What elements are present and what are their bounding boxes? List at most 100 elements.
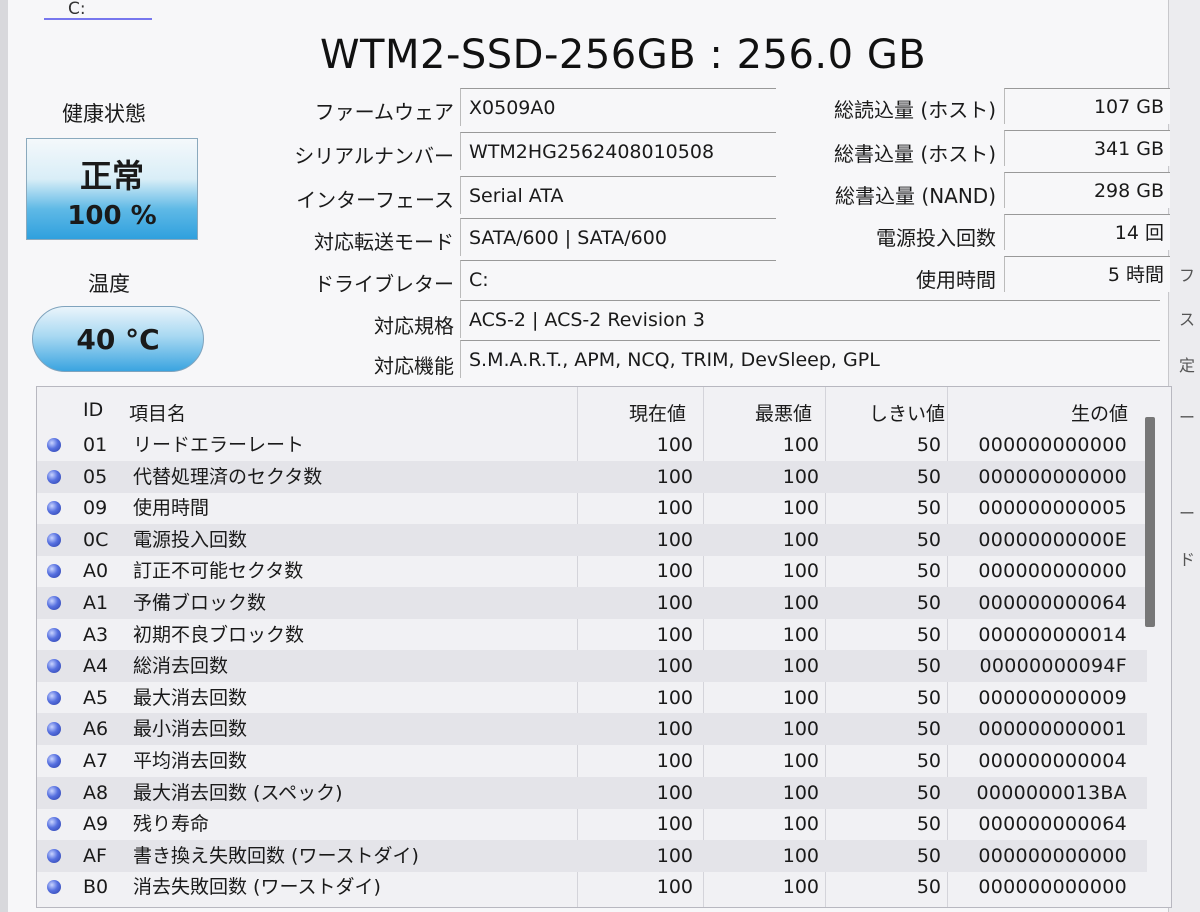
- health-status-text: 正常: [79, 157, 144, 195]
- current-value: 100: [656, 497, 693, 520]
- table-row[interactable]: A9 残り寿命 100 100 50 000000000064: [37, 808, 1147, 840]
- status-dot-icon: [47, 817, 61, 832]
- interface-label: インターフェース: [296, 188, 454, 212]
- health-status-button[interactable]: 正常 100 %: [26, 138, 198, 240]
- status-dot-icon: [47, 596, 61, 610]
- status-dot-icon: [47, 880, 61, 895]
- column-header-name[interactable]: 項目名: [129, 399, 186, 426]
- threshold-value: 50: [916, 876, 941, 899]
- attribute-id: A0: [83, 560, 109, 583]
- raw-value: 000000000064: [978, 813, 1127, 836]
- worst-value: 100: [782, 781, 819, 804]
- raw-value: 000000000000: [978, 465, 1127, 488]
- table-row[interactable]: A8 最大消去回数 (スペック) 100 100 50 0000000013BA: [37, 776, 1147, 809]
- attribute-id: A1: [83, 592, 109, 614]
- table-row[interactable]: A5 最大消去回数 100 100 50 000000000009: [37, 682, 1147, 714]
- features-value: S.M.A.R.T., APM, NCQ, TRIM, DevSleep, GP…: [460, 340, 1160, 378]
- drive-tab-c[interactable]: C:: [44, 0, 152, 20]
- power-on-hours-value: 5 時間: [1004, 256, 1170, 292]
- table-row[interactable]: 01 リードエラーレート 100 100 50 000000000000: [37, 429, 1147, 461]
- status-dot-icon: [47, 532, 61, 547]
- table-row[interactable]: AF 書き換え失敗回数 (ワーストダイ) 100 100 50 000000000000: [37, 839, 1147, 872]
- table-row[interactable]: A3 初期不良ブロック数 100 100 50 000000000014: [37, 619, 1147, 651]
- disk-title: WTM2-SSD-256GB : 256.0 GB: [320, 32, 927, 78]
- side-fragment: 定: [1179, 356, 1196, 375]
- table-row[interactable]: B0 消去失敗回数 (ワーストダイ) 100 100 50 000000000000: [37, 871, 1147, 903]
- column-header-id[interactable]: ID: [83, 399, 103, 421]
- current-value: 100: [656, 813, 693, 836]
- status-dot-icon: [47, 469, 61, 484]
- column-header-raw[interactable]: 生の値: [1071, 399, 1128, 426]
- status-dot-icon: [47, 722, 61, 737]
- raw-value: 000000000009: [978, 686, 1127, 709]
- attribute-name: 総消去回数: [133, 655, 229, 678]
- table-row[interactable]: 0C 電源投入回数 100 100 50 00000000000E: [37, 523, 1147, 556]
- table-row[interactable]: A7 平均消去回数 100 100 50 000000000004: [37, 745, 1147, 777]
- attribute-id: AF: [83, 844, 107, 867]
- column-header-threshold[interactable]: しきい値: [869, 399, 945, 426]
- table-scrollbar[interactable]: [1145, 417, 1155, 627]
- raw-value: 000000000000: [978, 560, 1127, 583]
- attribute-name: 平均消去回数: [133, 750, 248, 772]
- threshold-value: 50: [916, 560, 941, 583]
- status-dot-icon: [47, 627, 61, 642]
- threshold-value: 50: [916, 497, 941, 520]
- column-header-worst[interactable]: 最悪値: [755, 399, 812, 426]
- attribute-id: A5: [83, 686, 109, 709]
- worst-value: 100: [782, 497, 819, 520]
- status-dot-icon: [47, 690, 61, 705]
- attribute-id: A6: [83, 718, 109, 741]
- status-dot-icon: [47, 564, 61, 579]
- transfer-mode-value: SATA/600 | SATA/600: [460, 218, 776, 256]
- worst-value: 100: [782, 813, 819, 836]
- status-dot-icon: [47, 438, 61, 452]
- table-row[interactable]: A4 総消去回数 100 100 50 00000000094F: [37, 650, 1147, 683]
- column-header-current[interactable]: 現在値: [629, 399, 686, 426]
- attribute-name: リードエラーレート: [133, 434, 305, 456]
- adjacent-window-strip: フ ス 定 ー ー ド: [1168, 0, 1200, 912]
- firmware-label: ファームウェア: [314, 100, 454, 124]
- raw-value: 000000000004: [978, 750, 1127, 772]
- smart-attribute-table[interactable]: ID 項目名 現在値 最悪値 しきい値 生の値 01 リードエラーレート 100 10…: [36, 386, 1172, 908]
- threshold-value: 50: [916, 528, 941, 551]
- attribute-id: A8: [83, 781, 109, 804]
- attribute-name: 消去失敗回数 (ワーストダイ): [133, 876, 381, 899]
- attribute-name: 電源投入回数: [133, 528, 248, 551]
- attribute-name: 訂正不可能セクタ数: [133, 560, 304, 583]
- table-row[interactable]: A0 訂正不可能セクタ数 100 100 50 000000000000: [37, 555, 1147, 587]
- attribute-id: 09: [83, 497, 108, 520]
- worst-value: 100: [782, 876, 819, 899]
- attribute-name: 初期不良ブロック数: [133, 623, 305, 646]
- worst-value: 100: [782, 434, 819, 456]
- side-fragment: ド: [1179, 550, 1196, 569]
- interface-value: Serial ATA: [460, 176, 776, 214]
- attribute-name: 書き換え失敗回数 (ワーストダイ): [133, 844, 419, 867]
- table-row[interactable]: A6 最小消去回数 100 100 50 000000000001: [37, 713, 1147, 746]
- threshold-value: 50: [916, 592, 941, 614]
- threshold-value: 50: [916, 465, 941, 488]
- drive-letter-value: C:: [460, 260, 776, 298]
- attribute-name: 代替処理済のセクタ数: [133, 465, 323, 488]
- firmware-value: X0509A0: [460, 88, 776, 126]
- current-value: 100: [656, 592, 693, 614]
- health-percent: 100 %: [67, 201, 157, 231]
- raw-value: 00000000000E: [978, 528, 1127, 551]
- table-row[interactable]: A1 予備ブロック数 100 100 50 000000000064: [37, 587, 1147, 619]
- table-row[interactable]: 05 代替処理済のセクタ数 100 100 50 000000000000: [37, 460, 1147, 493]
- table-row[interactable]: 09 使用時間 100 100 50 000000000005: [37, 492, 1147, 524]
- side-fragment: ス: [1179, 310, 1196, 329]
- temperature-button[interactable]: 40 °C: [32, 306, 204, 372]
- raw-value: 000000000014: [978, 623, 1127, 646]
- current-value: 100: [656, 655, 693, 678]
- status-dot-icon: [47, 501, 61, 516]
- raw-value: 000000000000: [978, 844, 1127, 867]
- worst-value: 100: [782, 528, 819, 551]
- worst-value: 100: [782, 560, 819, 583]
- current-value: 100: [656, 876, 693, 899]
- standard-value: ACS-2 | ACS-2 Revision 3: [460, 300, 1160, 338]
- host-reads-label: 総読込量 (ホスト): [834, 98, 996, 122]
- worst-value: 100: [782, 592, 819, 614]
- threshold-value: 50: [916, 750, 941, 772]
- current-value: 100: [656, 528, 693, 551]
- attribute-id: A3: [83, 623, 109, 646]
